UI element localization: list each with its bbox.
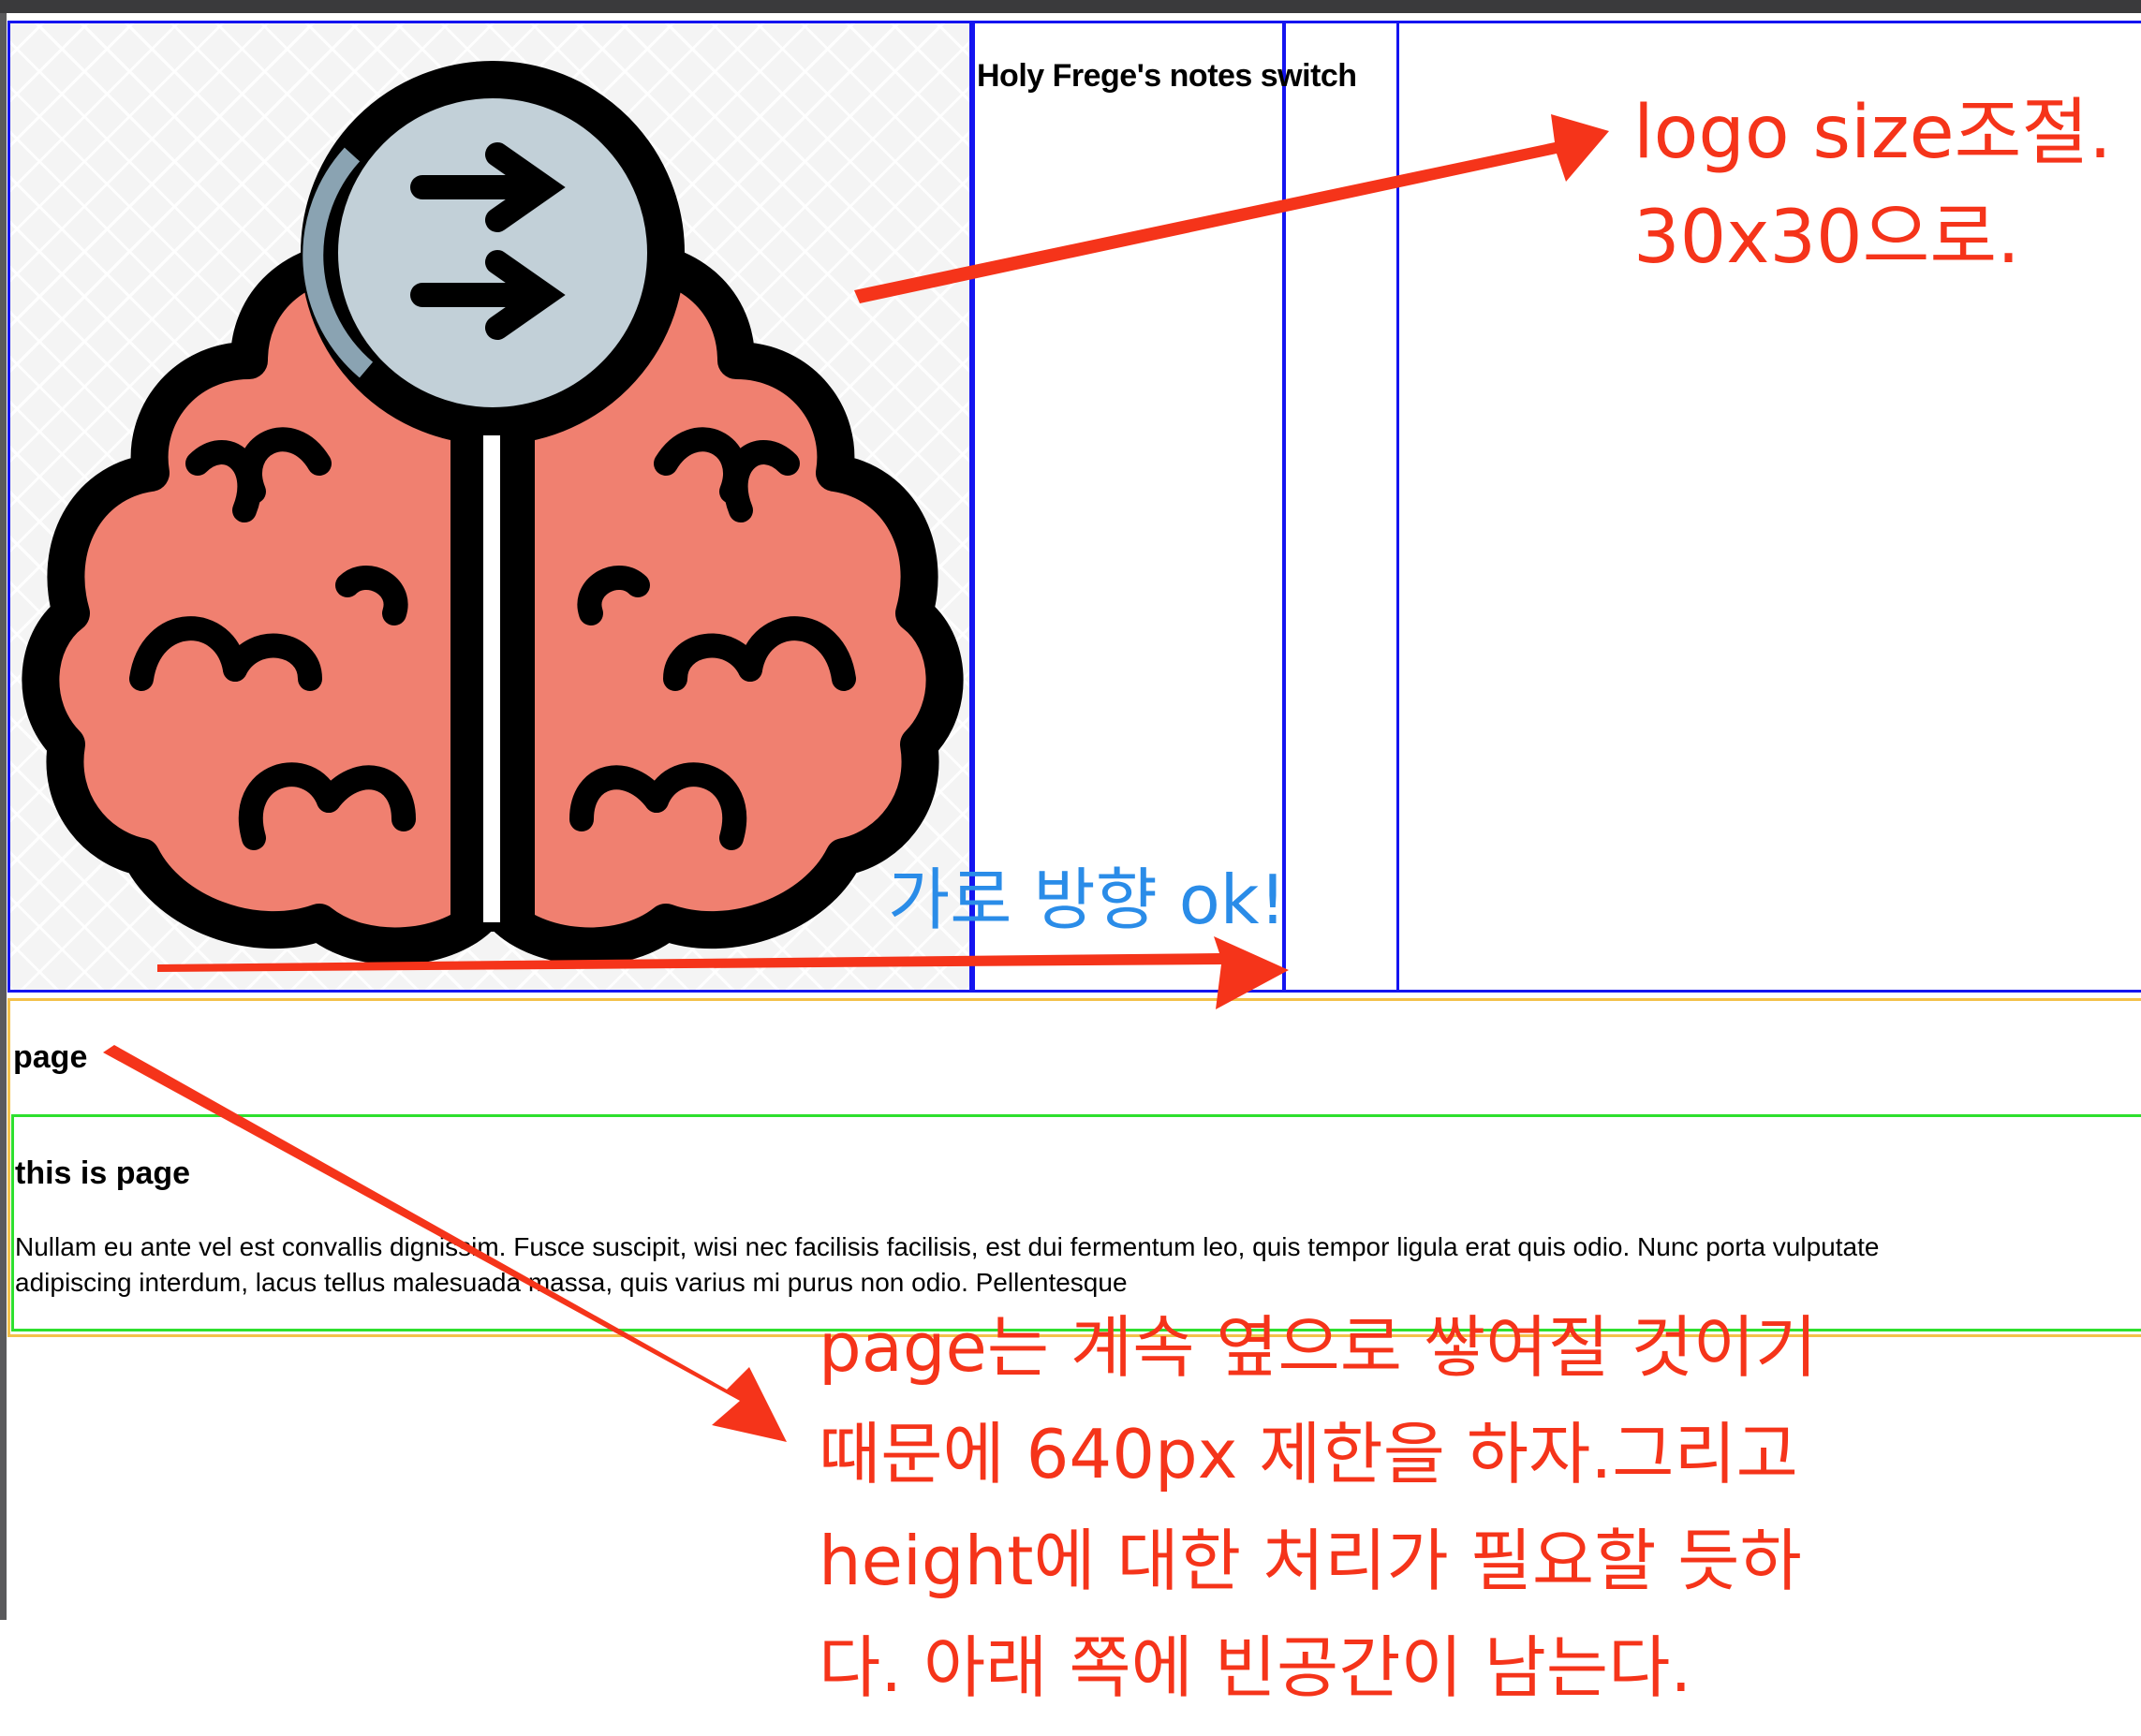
page-heading: page [13,1039,88,1075]
brain-logo-icon [22,61,964,965]
logo-note-line-2: 30x30으로. [1633,196,2020,280]
page-content-title: this is page [15,1155,191,1191]
horizontal-ok-note: 가로 방향 ok! [888,861,1287,939]
browser-top-bar [0,0,2141,13]
switch-column[interactable] [1283,21,1399,993]
window-left-edge [0,13,7,1620]
page-note-line-1: page는 계속 옆으로 쌓여질 것이기 [819,1308,1818,1387]
page-width-note: page는 계속 옆으로 쌓여질 것이기 때문에 640px 제한을 하자.그리… [819,1294,1817,1721]
page-body-line-1: Nullam eu ante vel est convallis digniss… [15,1232,1880,1261]
page-content-body: Nullam eu ante vel est convallis digniss… [15,1229,2141,1301]
app-title: Holy Frege's notes switch [977,58,1357,94]
logo-size-note: logo size조절. 30x30으로. [1633,81,2112,290]
logo-container[interactable] [7,21,972,993]
page-note-line-4: 다. 아래 쪽에 빈공간이 남는다. [819,1628,1692,1707]
logo-note-line-1: logo size조절. [1633,91,2112,175]
page-note-line-2: 때문에 640px 제한을 하자.그리고 [819,1415,1798,1493]
page-note-line-3: height에 대한 처리가 필요할 듯하 [819,1522,1802,1600]
